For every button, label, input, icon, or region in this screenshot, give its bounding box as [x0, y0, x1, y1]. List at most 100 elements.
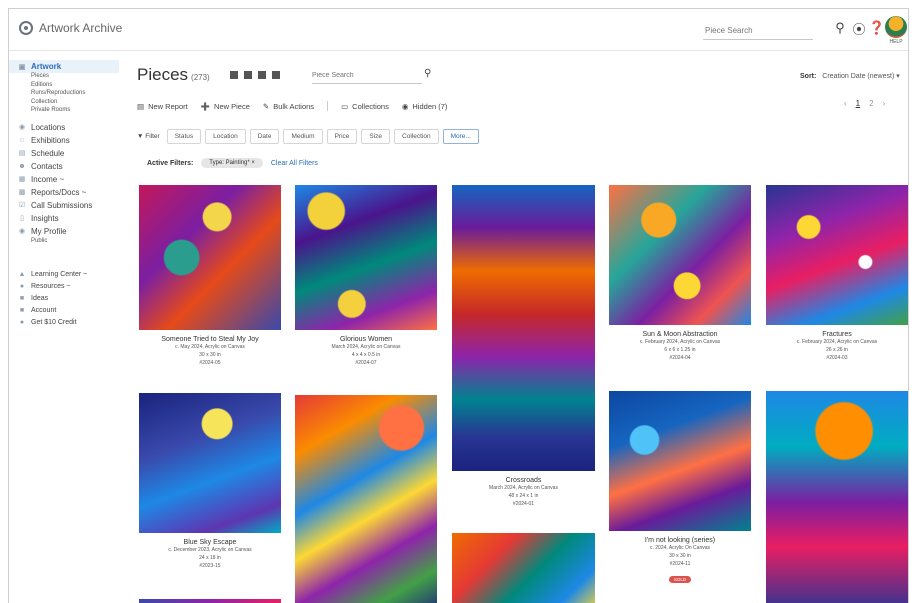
filter-more[interactable]: More... — [442, 129, 479, 144]
action-label: Bulk Actions — [273, 101, 315, 111]
piece-title[interactable]: Blue Sky Escape — [139, 539, 281, 546]
piece-card[interactable]: Sun & Moon Abstraction c. February 2024,… — [609, 185, 751, 362]
sidebar-item-locations[interactable]: ◉ Locations — [9, 121, 119, 134]
sidebar-item-label: Call Submissions — [31, 200, 93, 210]
clear-filters-link[interactable]: Clear All Filters — [271, 160, 318, 167]
piece-image[interactable] — [139, 185, 281, 330]
piece-image[interactable] — [766, 391, 908, 603]
sidebar-item-learning-center[interactable]: ▲ Learning Center ~ — [9, 268, 119, 280]
image-view-icon[interactable] — [272, 71, 280, 79]
piece-image[interactable] — [295, 185, 437, 330]
piece-image[interactable] — [452, 185, 595, 471]
filter-price[interactable]: Price — [326, 129, 358, 144]
piece-title[interactable]: Glorious Women — [295, 336, 437, 343]
piece-card[interactable]: Glorious Women March 2024, Acrylic on Ca… — [295, 185, 437, 367]
sort-label: Sort: — [800, 73, 817, 80]
search-icon[interactable]: ⚲ — [424, 68, 431, 79]
sidebar-item-ideas[interactable]: ■ Ideas — [9, 292, 119, 304]
sidebar-item-get-credit[interactable]: ● Get $10 Credit — [9, 316, 119, 328]
piece-card[interactable]: Crossroads March 2024, Acrylic on Canvas… — [452, 185, 595, 508]
exhibitions-icon: ☆ — [18, 137, 26, 144]
piece-inventory-number: #2024-03 — [826, 355, 848, 361]
page-title: Pieces — [137, 65, 189, 84]
sidebar-item-income[interactable]: ▦ Income ~ — [9, 173, 119, 186]
insights-icon: ▯ — [20, 215, 24, 222]
bulk-actions-button[interactable]: ✎ Bulk Actions — [263, 102, 314, 111]
sidebar-subitem-pieces[interactable]: Pieces — [9, 73, 119, 82]
piece-card[interactable] — [766, 391, 908, 603]
piece-title[interactable]: Sun & Moon Abstraction — [609, 331, 751, 338]
piece-image[interactable] — [609, 391, 751, 531]
sidebar-item-schedule[interactable]: ▤ Schedule — [9, 147, 119, 160]
sidebar-item-label: Artwork — [31, 62, 62, 71]
sidebar-item-contacts[interactable]: ☻ Contacts — [9, 160, 119, 173]
avatar[interactable] — [885, 16, 907, 38]
new-report-button[interactable]: ▤ New Report — [137, 102, 188, 111]
collections-button[interactable]: ▭ Collections — [341, 102, 389, 111]
sidebar-item-label: Contacts — [31, 161, 63, 171]
search-icon[interactable]: ⚲ — [832, 20, 848, 36]
sidebar-item-reports[interactable]: ▩ Reports/Docs ~ — [9, 186, 119, 199]
filter-medium[interactable]: Medium — [283, 129, 323, 144]
piece-card[interactable]: Fractures c. February 2024, Acrylic on C… — [766, 185, 908, 362]
pieces-search-input[interactable] — [312, 68, 422, 84]
help-icon[interactable]: ❓ — [869, 20, 885, 36]
sidebar-item-label: Learning Center ~ — [31, 270, 88, 278]
piece-image[interactable] — [139, 599, 281, 603]
filter-date[interactable]: Date — [249, 129, 280, 144]
list-view-icon[interactable] — [244, 71, 252, 79]
filter-status[interactable]: Status — [166, 129, 202, 144]
sidebar-item-insights[interactable]: ▯ Insights — [9, 212, 119, 225]
grid-view-icon[interactable] — [230, 71, 238, 79]
sidebar-subitem-private-rooms[interactable]: Private Rooms — [9, 107, 119, 116]
account-icon: ■ — [19, 306, 25, 314]
sidebar-subitem-editions[interactable]: Editions — [9, 82, 119, 91]
piece-image[interactable] — [766, 185, 908, 325]
new-piece-button[interactable]: ➕ New Piece — [201, 102, 250, 111]
submissions-icon: ☑ — [18, 202, 26, 209]
sidebar-item-my-profile[interactable]: ◉ My Profile — [9, 225, 119, 238]
sidebar-item-label: Exhibitions — [31, 135, 70, 145]
profile-icon: ◉ — [18, 228, 26, 235]
sidebar-item-artwork[interactable]: ▣ Artwork — [9, 60, 119, 73]
piece-card[interactable] — [452, 533, 595, 603]
piece-image[interactable] — [452, 533, 595, 603]
next-page-button[interactable]: › — [883, 99, 886, 108]
piece-card[interactable] — [139, 599, 281, 603]
piece-title[interactable]: Someone Tried to Steal My Joy — [139, 336, 281, 343]
sidebar-item-account[interactable]: ■ Account — [9, 304, 119, 316]
page-1-button[interactable]: 1 — [856, 99, 860, 108]
piece-image[interactable] — [609, 185, 751, 325]
piece-image[interactable] — [139, 393, 281, 533]
table-view-icon[interactable] — [258, 71, 266, 79]
sidebar-item-exhibitions[interactable]: ☆ Exhibitions — [9, 134, 119, 147]
piece-title[interactable]: Crossroads — [452, 477, 595, 484]
piece-card[interactable]: I'm not looking (series) c. 2024, Acryli… — [609, 391, 751, 586]
page-2-button[interactable]: 2 — [869, 99, 873, 108]
piece-image[interactable] — [295, 395, 437, 603]
piece-card[interactable] — [295, 395, 437, 603]
piece-card[interactable]: Blue Sky Escape c. December 2023, Acryli… — [139, 393, 281, 570]
filter-collection[interactable]: Collection — [394, 129, 439, 144]
filter-location[interactable]: Location — [205, 129, 246, 144]
piece-title[interactable]: Fractures — [766, 331, 908, 338]
hidden-button[interactable]: ◉ Hidden (7) — [402, 102, 448, 111]
sidebar-subitem-public[interactable]: Public — [9, 238, 119, 247]
sidebar-subitem-collection[interactable]: Collection — [9, 99, 119, 108]
sort-select[interactable]: Sort: Creation Date (newest) ▾ — [800, 72, 900, 80]
pieces-count: (273) — [191, 73, 210, 82]
sidebar-subitem-runs[interactable]: Runs/Reproductions — [9, 90, 119, 99]
logo-icon — [19, 21, 33, 35]
app-logo[interactable]: Artwork Archive — [19, 21, 122, 35]
global-search-input[interactable] — [703, 22, 813, 40]
filter-pill-type[interactable]: Type: Painting* × — [201, 158, 263, 168]
prev-page-button[interactable]: ‹ — [844, 99, 847, 108]
filter-size[interactable]: Size — [361, 129, 391, 144]
avatar-label: HELP — [889, 39, 903, 45]
piece-title[interactable]: I'm not looking (series) — [609, 537, 751, 544]
sidebar-item-call-submissions[interactable]: ☑ Call Submissions — [9, 199, 119, 212]
settings-icon[interactable]: ⦿ — [851, 20, 867, 37]
piece-card[interactable]: Someone Tried to Steal My Joy c. May 202… — [139, 185, 281, 367]
sidebar-item-resources[interactable]: ● Resources ~ — [9, 280, 119, 292]
piece-size: 30 x 30 in — [199, 352, 221, 358]
